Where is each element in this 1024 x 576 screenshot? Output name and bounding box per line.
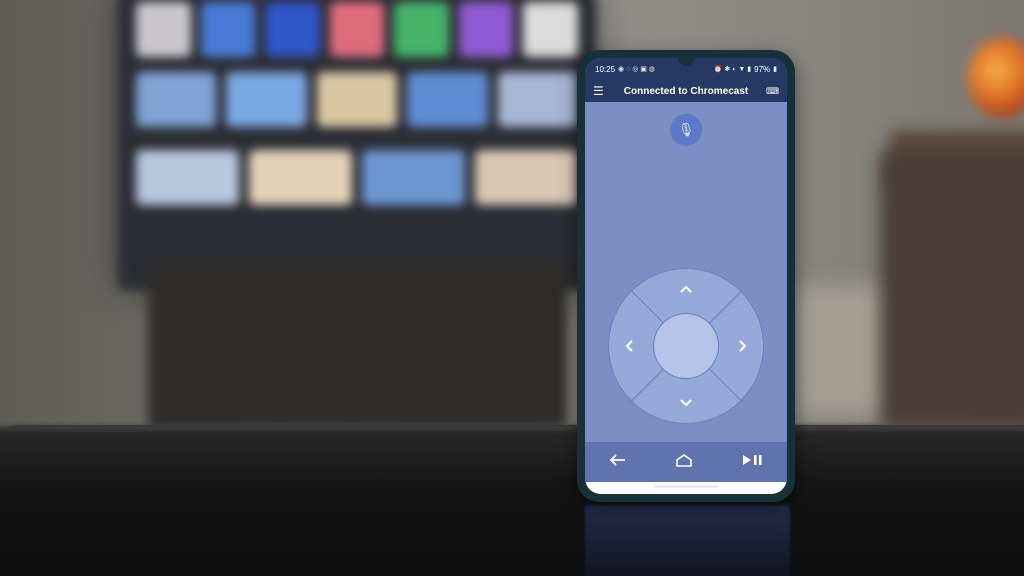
- back-arrow-icon: [609, 453, 625, 466]
- camera-notch: [678, 58, 694, 66]
- status-left: 10:25 ◉ ◌ ◎ ▣ ◍: [595, 65, 655, 74]
- system-icons: ⏰ ✱ ◐ ▼ ▮: [713, 66, 752, 73]
- keyboard-icon[interactable]: ⌨: [763, 86, 779, 97]
- play-pause-icon: [743, 454, 762, 465]
- microphone-button[interactable]: 🎙: [670, 114, 702, 146]
- phone-screen: 10:25 ◉ ◌ ◎ ▣ ◍ ⏰ ✱ ◐ ▼ ▮ 97% ▮ ☰ Connec…: [585, 58, 787, 494]
- hamburger-menu-icon[interactable]: ☰: [593, 84, 609, 98]
- home-icon: [676, 453, 692, 467]
- table-surface: [0, 425, 1024, 576]
- table-edge: [0, 425, 1024, 435]
- status-bar: 10:25 ◉ ◌ ◎ ▣ ◍ ⏰ ✱ ◐ ▼ ▮ 97% ▮: [585, 58, 787, 80]
- app-bar: ☰ Connected to Chromecast ⌨: [585, 80, 787, 102]
- chevron-left-icon: [625, 340, 633, 352]
- home-button[interactable]: [675, 453, 693, 472]
- gesture-home-indicator[interactable]: [655, 485, 717, 488]
- battery-level: 97%: [754, 64, 771, 74]
- microphone-icon: 🎙: [677, 122, 695, 137]
- phone-reflection: [585, 505, 790, 576]
- dpad-right-button[interactable]: [730, 334, 754, 358]
- dpad-select-button[interactable]: [654, 314, 718, 378]
- dpad-up-button[interactable]: [674, 278, 698, 302]
- chevron-up-icon: [680, 285, 692, 293]
- background-furniture: [880, 150, 1024, 430]
- chevron-down-icon: [680, 399, 692, 407]
- background-decor: [968, 38, 1024, 118]
- notification-icons: ◉ ◌ ◎ ▣ ◍: [618, 66, 655, 73]
- dpad-left-button[interactable]: [618, 334, 642, 358]
- back-button[interactable]: [609, 453, 627, 472]
- status-right: ⏰ ✱ ◐ ▼ ▮ 97% ▮: [714, 65, 777, 74]
- screen-bottom-strip: [585, 482, 787, 494]
- remote-nav-bar: [585, 442, 787, 482]
- status-time: 10:25: [595, 64, 616, 74]
- photo-scene: 10:25 ◉ ◌ ◎ ▣ ◍ ⏰ ✱ ◐ ▼ ▮ 97% ▮ ☰ Connec…: [0, 0, 1024, 576]
- background-cabinet: [148, 260, 568, 430]
- background-tv: [118, 0, 596, 290]
- dpad-down-button[interactable]: [674, 390, 698, 414]
- app-title: Connected to Chromecast: [623, 85, 749, 97]
- play-pause-button[interactable]: [741, 453, 763, 472]
- battery-icon: ▮: [773, 66, 777, 73]
- chevron-right-icon: [739, 340, 747, 352]
- dpad: [608, 268, 764, 424]
